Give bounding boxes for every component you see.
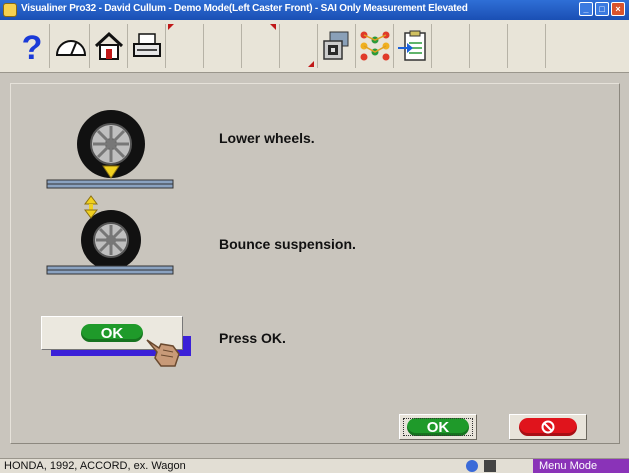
home-button[interactable] [90, 24, 128, 68]
vehicle-measure-button[interactable] [318, 24, 356, 68]
toolbar: ? [0, 20, 629, 73]
window-title: Visualiner Pro32 - David Cullum - Demo M… [21, 3, 468, 14]
print-button[interactable] [128, 24, 166, 68]
toolbar-slot-blank-7[interactable] [508, 24, 546, 68]
minimize-button[interactable]: _ [579, 2, 593, 16]
close-button[interactable]: × [611, 2, 625, 16]
help-button[interactable]: ? [14, 24, 50, 68]
vehicle-measure-icon [322, 31, 348, 60]
step-lower-wheels: Lower wheels. [219, 130, 315, 146]
gauge-button[interactable] [52, 24, 90, 68]
maximize-button[interactable]: □ [595, 2, 609, 16]
vehicle-info: HONDA, 1992, ACCORD, ex. Wagon [4, 460, 186, 472]
pointing-hand-icon [146, 339, 180, 367]
toolbar-slot-blank-1[interactable] [166, 24, 204, 68]
window-controls: _ □ × [579, 2, 625, 16]
svg-text:?: ? [21, 29, 42, 63]
clipboard-arrow-icon [397, 30, 426, 61]
step-press-ok: Press OK. [219, 330, 286, 346]
lower-wheels-illustration [46, 110, 174, 189]
grid-icon [484, 460, 496, 472]
toolbar-slot-blank-6[interactable] [470, 24, 508, 68]
instruction-panel: Lower wheels. Bounce suspension. OK Pres… [10, 83, 620, 444]
status-bar: HONDA, 1992, ACCORD, ex. Wagon Menu Mode [0, 458, 629, 473]
printer-icon [132, 33, 161, 57]
toolbar-slot-blank-4[interactable] [280, 24, 318, 68]
app-icon [3, 3, 17, 17]
help-icon: ? [21, 29, 42, 63]
cancel-icon [541, 420, 555, 434]
ok-graphic-pill: OK [81, 324, 143, 342]
toolbar-slot-blank-5[interactable] [432, 24, 470, 68]
cancel-button[interactable] [509, 414, 587, 440]
clipboard-button[interactable] [394, 24, 432, 68]
alignment-pattern-icon [360, 31, 389, 61]
gauge-icon [55, 40, 86, 56]
title-bar: Visualiner Pro32 - David Cullum - Demo M… [0, 0, 629, 20]
step-bounce-suspension: Bounce suspension. [219, 236, 356, 252]
home-icon [94, 31, 123, 60]
alignment-pattern-button[interactable] [356, 24, 394, 68]
toolbar-slot-blank-3[interactable] [242, 24, 280, 68]
user-icon [466, 460, 478, 472]
toolbar-slot-blank-2[interactable] [204, 24, 242, 68]
focus-outline [403, 418, 473, 436]
press-ok-illustration: OK [41, 316, 191, 367]
mode-indicator: Menu Mode [533, 459, 629, 473]
ok-button[interactable]: OK [399, 414, 477, 440]
bounce-suspension-illustration [46, 195, 174, 275]
cancel-button-pill [519, 418, 577, 436]
